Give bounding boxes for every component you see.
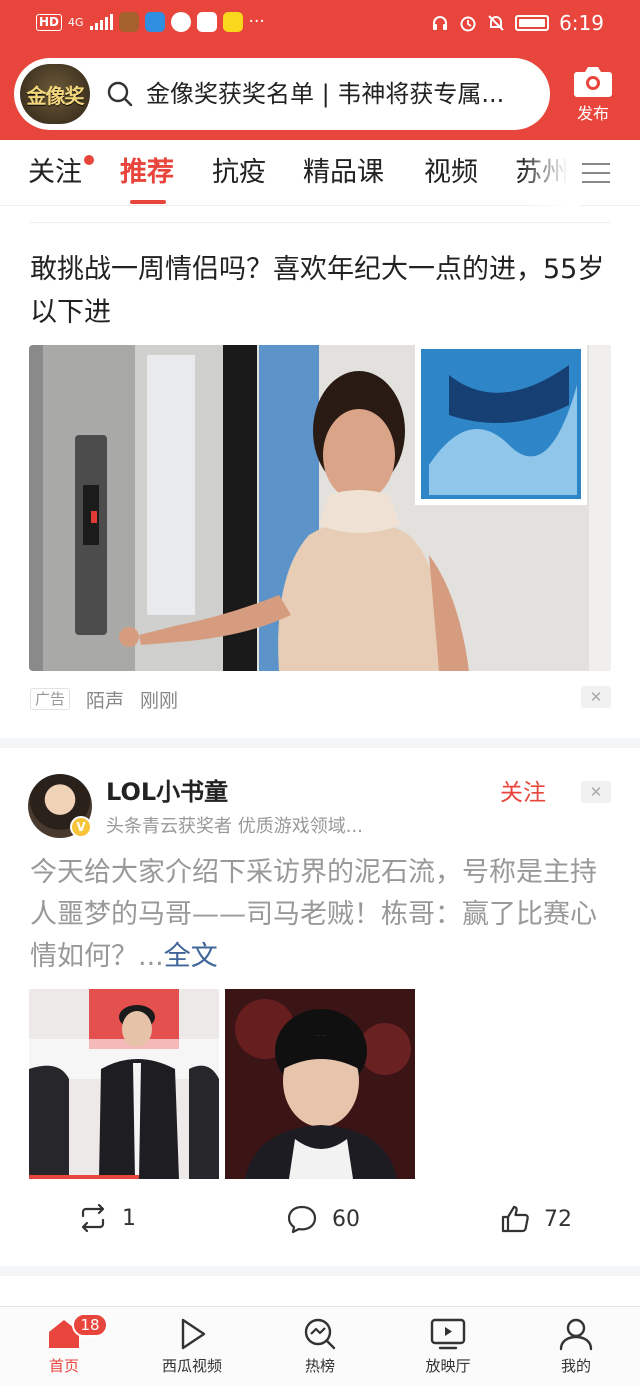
nav-mine-label: 我的 (560, 1357, 591, 1375)
camera-icon (574, 67, 612, 97)
nav-mine[interactable]: 我的 (512, 1307, 640, 1386)
follow-unread-dot (84, 155, 94, 165)
nav-trending[interactable]: 热榜 (256, 1307, 384, 1386)
divider (30, 222, 610, 223)
tab-epidemic[interactable]: 抗疫 (212, 156, 266, 190)
network-type: 4G (68, 15, 84, 29)
post-body: 今天给大家介绍下采访界的泥石流，号称是主持人噩梦的马哥——司马老贼！栋哥：赢了比… (30, 857, 597, 972)
ad-time: 刚刚 (140, 689, 179, 712)
search-icon (107, 81, 133, 107)
nav-xigua-label: 西瓜视频 (161, 1357, 222, 1375)
nav-screening-hall[interactable]: 放映厅 (384, 1307, 512, 1386)
trending-icon (304, 1318, 336, 1350)
ad-dismiss-button[interactable]: ✕ (581, 686, 611, 708)
top-header: HD 4G ··· 6:19 金像奖 金像奖获奖名单 | 韦神将获专属... 发… (0, 0, 640, 140)
ad-source[interactable]: 陌声 (86, 686, 124, 713)
bottom-navigation: 首页 18 西瓜视频 热榜 放映厅 我的 (0, 1306, 640, 1386)
publish-button[interactable]: 发布 (566, 60, 620, 130)
reader-app-icon (196, 12, 217, 32)
headphone-icon (433, 16, 448, 30)
status-right: 6:19 (431, 11, 604, 35)
author-name[interactable]: LOL小书童 (106, 776, 228, 808)
tab-video[interactable]: 视频 (424, 156, 478, 190)
nav-home[interactable]: 首页 18 (0, 1307, 128, 1386)
tab-recommend[interactable]: 推荐 (120, 156, 174, 190)
nav-xigua-video[interactable]: 西瓜视频 (128, 1307, 256, 1386)
repost-count: 1 (122, 1205, 136, 1231)
comment-icon (287, 1205, 317, 1234)
comment-count: 60 (332, 1206, 360, 1232)
ad-photo (29, 345, 611, 671)
yy-app-icon (222, 12, 243, 32)
status-bar: HD 4G ··· 6:19 (0, 0, 640, 48)
mute-bell-icon (488, 15, 504, 31)
post-actions: 1 60 72 (0, 1196, 640, 1246)
post-text[interactable]: 今天给大家介绍下采访界的泥石流，号称是主持人噩梦的马哥——司马老贼！栋哥：赢了比… (30, 852, 616, 978)
publish-label: 发布 (576, 104, 609, 123)
more-notifications: ··· (248, 12, 265, 32)
repost-button[interactable]: 1 (78, 1204, 136, 1232)
ad-image[interactable] (29, 345, 611, 671)
alarm-icon (460, 16, 476, 32)
nav-trending-label: 热榜 (304, 1357, 335, 1375)
full-text-link[interactable]: 全文 (164, 941, 218, 972)
post-image-2[interactable] (225, 989, 415, 1179)
active-tab-indicator (130, 200, 166, 204)
channel-tabs: 关注 推荐 抗疫 精品课 视频 苏州 (0, 140, 640, 206)
author-description: 头条青云获奖者 优质游戏领域... (106, 816, 363, 837)
nav-screening-label: 放映厅 (425, 1357, 471, 1375)
hd-indicator: HD (36, 13, 63, 31)
comment-button[interactable]: 60 (286, 1204, 360, 1234)
battery-icon (515, 15, 550, 31)
status-left: HD 4G ··· (36, 12, 265, 32)
ad-label: 广告 (30, 688, 71, 710)
screen-icon (430, 1318, 466, 1350)
follow-button[interactable]: 关注 (500, 778, 546, 808)
post-photo-1 (29, 989, 219, 1179)
thumbs-up-icon (501, 1205, 529, 1233)
clock: 6:19 (559, 11, 604, 35)
event-logo[interactable]: 金像奖 (20, 64, 90, 124)
search-query[interactable]: 金像奖获奖名单 | 韦神将获专属... (146, 76, 536, 112)
channel-menu-icon[interactable] (582, 158, 610, 186)
tab-premium-course[interactable]: 精品课 (303, 156, 384, 190)
browser-app-icon (144, 12, 165, 32)
signal-icon (89, 14, 113, 30)
home-badge: 18 (72, 1313, 108, 1337)
feed-separator-2 (0, 1266, 640, 1276)
like-button[interactable]: 72 (500, 1204, 572, 1234)
post-photo-2 (225, 989, 415, 1179)
post-image-1[interactable] (29, 989, 219, 1179)
post-dismiss-button[interactable]: ✕ (581, 781, 611, 803)
play-icon (181, 1318, 206, 1350)
like-count: 72 (544, 1206, 572, 1232)
verified-badge-icon: V (70, 816, 92, 838)
search-bar[interactable]: 金像奖 金像奖获奖名单 | 韦神将获专属... (14, 58, 550, 130)
ad-meta: 广告 陌声 刚刚 (30, 686, 178, 712)
tab-follow[interactable]: 关注 (28, 156, 82, 190)
game-app-icon (118, 12, 139, 32)
user-icon (559, 1318, 593, 1351)
nav-home-label: 首页 (48, 1357, 79, 1375)
repost-icon (81, 1204, 105, 1232)
news-app-icon (170, 12, 191, 32)
tab-fade (520, 140, 580, 206)
feed-separator (0, 738, 640, 748)
ad-title[interactable]: 敢挑战一周情侣吗？喜欢年纪大一点的进，55岁以下进 (30, 248, 620, 334)
